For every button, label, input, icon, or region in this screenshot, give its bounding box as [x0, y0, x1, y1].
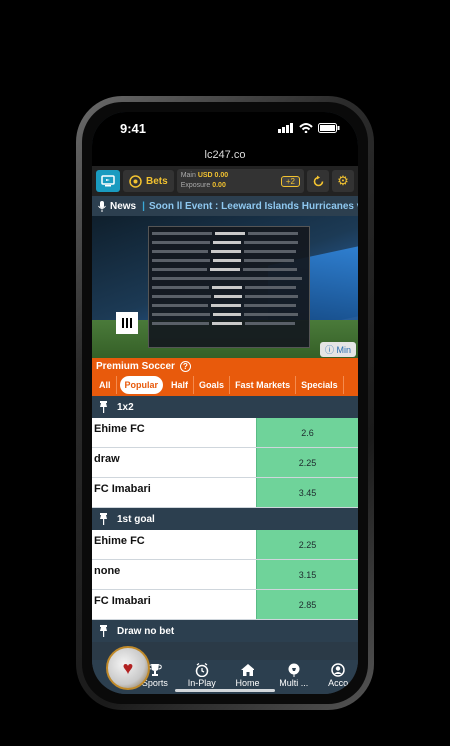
- exposure-value: 0.00: [212, 182, 226, 189]
- odds-button[interactable]: 2.85: [256, 590, 358, 619]
- market-filter-tabs: All Popular Half Goals Fast Markets Spec…: [92, 374, 358, 396]
- plus-badge[interactable]: +2: [280, 175, 300, 187]
- refresh-button[interactable]: [307, 170, 329, 192]
- pin-icon: [100, 625, 107, 637]
- settings-button[interactable]: ⚙: [332, 170, 354, 192]
- bets-label: Bets: [146, 175, 168, 187]
- url-bar[interactable]: lc247.co: [92, 144, 358, 166]
- selection-name: FC Imabari: [92, 590, 256, 619]
- account-icon: [331, 663, 345, 677]
- nav-account[interactable]: Acco: [328, 663, 348, 688]
- odds-button[interactable]: 2.25: [256, 448, 358, 477]
- microphone-icon: [98, 200, 106, 212]
- odds-button[interactable]: 2.25: [256, 530, 358, 559]
- odds-button[interactable]: 3.15: [256, 560, 358, 589]
- market-title: 1st goal: [117, 513, 155, 525]
- main-label: Main: [180, 172, 196, 179]
- selection-name: Ehime FC: [92, 530, 256, 559]
- balance-box[interactable]: Main USD 0.00 Exposure 0.00 +2: [176, 169, 304, 193]
- news-label: News: [110, 200, 137, 212]
- market-title: Draw no bet: [117, 625, 175, 637]
- tab-specials[interactable]: Specials: [296, 376, 344, 394]
- nav-account-label: Acco: [328, 678, 349, 688]
- nav-multi-label: Multi ...: [279, 678, 309, 688]
- nav-in-play[interactable]: In-Play: [188, 663, 216, 688]
- market-header-1x2[interactable]: 1x2: [92, 396, 358, 418]
- section-header: Premium Soccer ?: [92, 358, 358, 374]
- home-icon: [241, 664, 255, 676]
- phone-bezel: 9:41 lc247.co Bets Main USD 0.00 Exposur…: [82, 102, 368, 704]
- live-video-player[interactable]: ⓘ Min: [92, 216, 358, 358]
- pin-icon: [100, 401, 107, 413]
- battery-icon: [318, 123, 340, 133]
- table-row: Ehime FC 2.6: [92, 418, 358, 448]
- top-toolbar: Bets Main USD 0.00 Exposure 0.00 +2 ⚙: [92, 166, 358, 196]
- news-separator: |: [142, 200, 145, 212]
- clock-icon: [195, 663, 208, 677]
- status-bar: 9:41: [92, 112, 358, 144]
- news-bar: News | Soon ll Event : Leeward Islands H…: [92, 196, 358, 216]
- wifi-icon: [299, 123, 313, 133]
- help-icon[interactable]: ?: [179, 360, 191, 372]
- tab-half[interactable]: Half: [166, 376, 195, 394]
- nav-home[interactable]: Home: [235, 663, 260, 688]
- minimize-button[interactable]: ⓘ Min: [319, 342, 356, 357]
- table-row: draw 2.25: [92, 448, 358, 478]
- selection-name: Ehime FC: [92, 418, 256, 447]
- pin-icon: [100, 513, 107, 525]
- odds-button[interactable]: 3.45: [256, 478, 358, 507]
- phone-frame: 9:41 lc247.co Bets Main USD 0.00 Exposur…: [76, 96, 374, 710]
- trophy-icon: [148, 664, 162, 676]
- status-time: 9:41: [120, 120, 147, 136]
- signal-icon: [278, 123, 293, 133]
- market-header-1st-goal[interactable]: 1st goal: [92, 508, 358, 530]
- phone-screen: 9:41 lc247.co Bets Main USD 0.00 Exposur…: [92, 112, 358, 694]
- minimize-label: Min: [336, 345, 351, 355]
- odds-button[interactable]: 2.6: [256, 418, 358, 447]
- selection-name: none: [92, 560, 256, 589]
- bets-icon: [129, 174, 142, 188]
- tab-popular[interactable]: Popular: [119, 376, 164, 394]
- nav-multi[interactable]: Multi ...: [279, 663, 308, 688]
- section-title: Premium Soccer: [96, 360, 175, 372]
- market-header-draw-no-bet[interactable]: Draw no bet: [92, 620, 358, 642]
- market-title: 1x2: [117, 401, 134, 413]
- tab-fast-markets[interactable]: Fast Markets: [230, 376, 297, 394]
- table-row: none 3.15: [92, 560, 358, 590]
- table-row: FC Imabari 3.45: [92, 478, 358, 508]
- table-row: FC Imabari 2.85: [92, 590, 358, 620]
- table-row: Ehime FC 2.25: [92, 530, 358, 560]
- playing-card-icon: ♥: [122, 657, 134, 678]
- refresh-icon: [313, 175, 323, 186]
- selection-name: FC Imabari: [92, 478, 256, 507]
- gear-icon: ⚙: [337, 173, 349, 188]
- stream-scoreboard-overlay: [148, 226, 310, 348]
- exposure-label: Exposure: [180, 182, 211, 189]
- nav-home-label: Home: [235, 678, 260, 688]
- main-value: USD 0.00: [197, 172, 229, 179]
- nav-in-play-label: In-Play: [187, 678, 216, 688]
- tv-icon: [101, 175, 115, 187]
- casino-promo-badge[interactable]: ♥: [106, 646, 150, 690]
- news-ticker[interactable]: Soon ll Event : Leeward Islands Hurrican…: [149, 201, 358, 212]
- tab-all[interactable]: All: [94, 376, 117, 394]
- qr-code-graphic: [116, 312, 138, 334]
- tab-goals[interactable]: Goals: [194, 376, 231, 394]
- bets-button[interactable]: Bets: [123, 170, 174, 192]
- selection-name: draw: [92, 448, 256, 477]
- pin-marker-icon: [288, 663, 300, 677]
- tv-button[interactable]: [96, 170, 120, 192]
- home-indicator: [175, 689, 275, 692]
